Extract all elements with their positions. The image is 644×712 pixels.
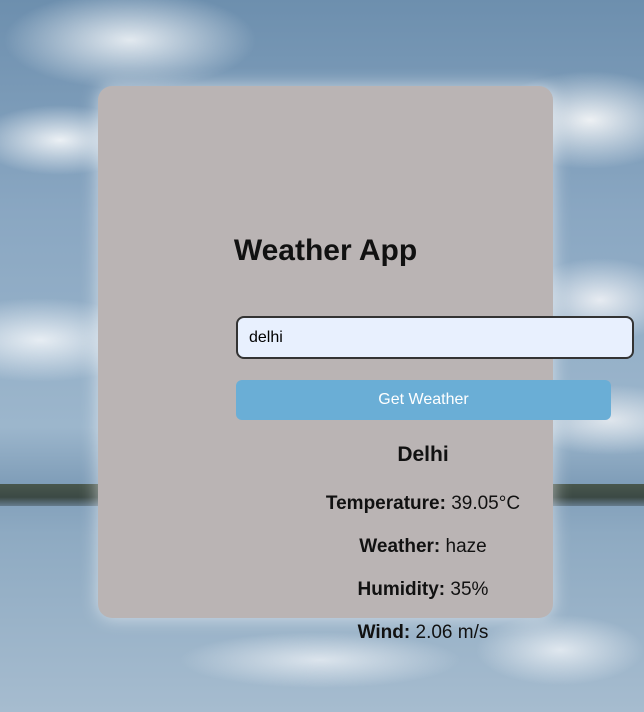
weather-label: Weather: [359,536,441,557]
wind-label: Wind: [357,622,411,643]
wind-row: Wind: 2.06 m/s [98,622,644,644]
wind-value: 2.06 m/s [410,622,489,643]
get-weather-button[interactable]: Get Weather [236,380,611,420]
temperature-label: Temperature: [325,493,446,514]
app-title: Weather App [233,234,418,267]
weather-card: Weather App Get Weather Delhi Temperatur… [98,86,634,643]
result-city-name: Delhi [397,443,449,466]
weather-row: Weather: haze [98,536,644,558]
humidity-label: Humidity: [357,579,446,600]
humidity-value: 35% [445,579,489,600]
weather-value: haze [440,536,487,557]
city-search-input[interactable] [236,316,634,359]
humidity-row: Humidity: 35% [98,579,644,601]
temperature-row: Temperature: 39.05°C [98,493,644,515]
temperature-value: 39.05°C [445,493,521,514]
